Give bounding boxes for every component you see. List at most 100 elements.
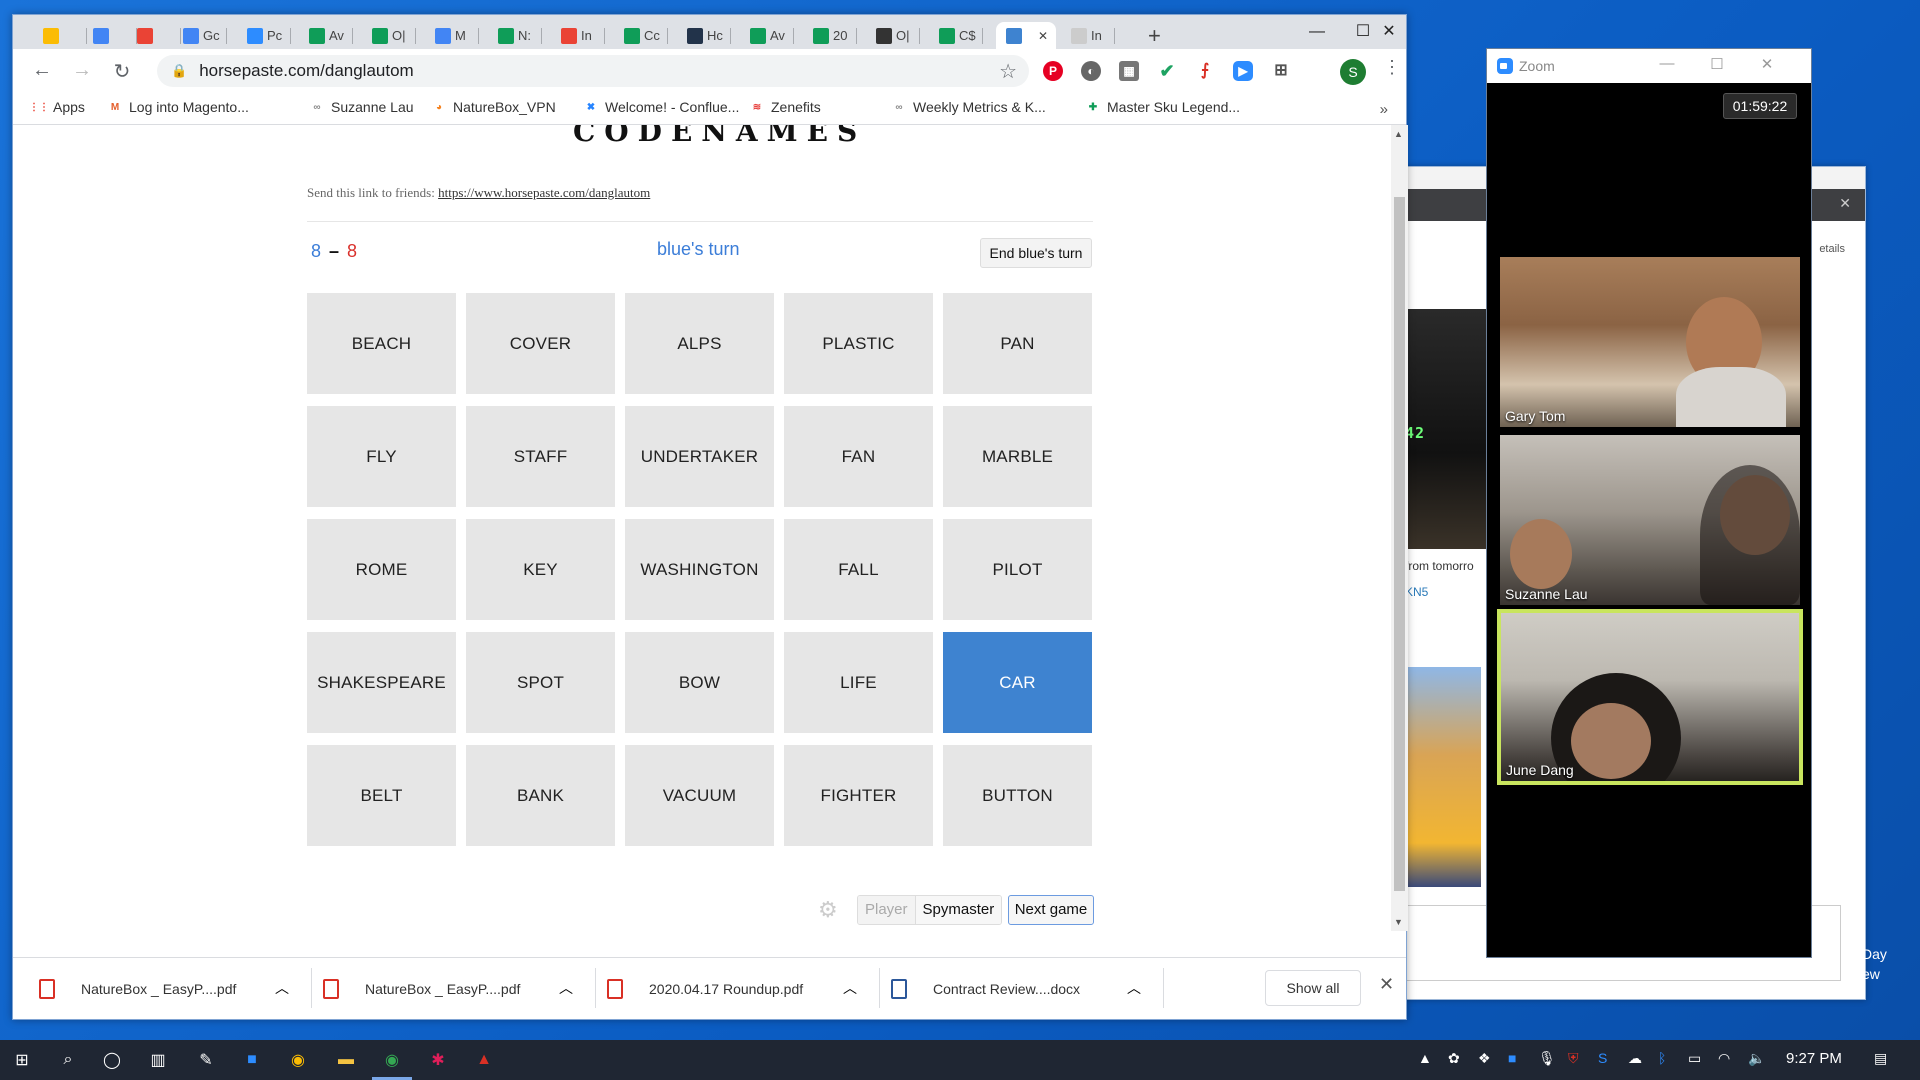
browser-tab[interactable]: Av <box>299 22 353 49</box>
browser-tab[interactable]: Gc <box>173 22 227 49</box>
bookmark-item[interactable]: ⋮⋮ Apps <box>29 99 85 115</box>
reload-icon[interactable]: ↻ <box>109 59 135 84</box>
tray-icon[interactable]: ❖ <box>1478 1050 1491 1067</box>
browser-tab[interactable]: Cc <box>614 22 668 49</box>
details-link[interactable]: etails <box>1819 243 1845 255</box>
notifications-icon[interactable]: ▤ <box>1874 1050 1887 1067</box>
next-game-button[interactable]: Next game <box>1008 895 1094 925</box>
back-icon[interactable]: ← <box>29 59 55 82</box>
word-card[interactable]: FIGHTER <box>784 745 933 846</box>
bookmark-item[interactable]: ≋ Zenefits <box>749 99 821 115</box>
address-bar[interactable]: 🔒 horsepaste.com/danglautom ☆ <box>157 55 1029 87</box>
bookmark-item[interactable]: ✖ Welcome! - Conflue... <box>583 99 740 115</box>
word-card[interactable]: STAFF <box>466 406 615 507</box>
file-explorer-icon[interactable]: ▬ <box>334 1048 358 1072</box>
close-icon[interactable]: ✕ <box>1366 17 1412 47</box>
word-card[interactable]: PILOT <box>943 519 1092 620</box>
slack-icon[interactable]: ✱ <box>426 1048 450 1072</box>
word-card[interactable]: MARBLE <box>943 406 1092 507</box>
volume-icon[interactable]: 🔈 <box>1748 1050 1765 1067</box>
download-item[interactable]: Contract Review....docx <box>891 972 1080 1006</box>
active-speaker-video[interactable]: June Dang <box>1497 609 1803 785</box>
browser-tab[interactable]: O| <box>362 22 416 49</box>
maximize-icon[interactable]: ☐ <box>1697 55 1737 73</box>
browser-tab[interactable]: M <box>425 22 479 49</box>
word-card[interactable]: ALPS <box>625 293 774 394</box>
close-icon[interactable]: ✕ <box>1839 195 1851 212</box>
end-turn-button[interactable]: End blue's turn <box>980 238 1092 268</box>
browser-tab[interactable]: Av <box>740 22 794 49</box>
minimize-icon[interactable]: — <box>1647 55 1687 72</box>
word-card[interactable]: FLY <box>307 406 456 507</box>
word-card[interactable]: BOW <box>625 632 774 733</box>
word-card[interactable]: PAN <box>943 293 1092 394</box>
desktop-icon-label[interactable]: Day <box>1862 946 1887 962</box>
extensions-puzzle-icon[interactable]: ⊞ <box>1271 61 1291 81</box>
download-item[interactable]: NatureBox _ EasyP....pdf <box>323 972 520 1006</box>
word-card[interactable]: UNDERTAKER <box>625 406 774 507</box>
windows-start-icon[interactable]: ⊞ <box>10 1048 34 1072</box>
download-item[interactable]: NatureBox _ EasyP....pdf <box>39 972 236 1006</box>
chevron-up-icon[interactable]: ︿ <box>559 978 573 998</box>
bookmark-item[interactable]: ✚ Master Sku Legend... <box>1085 99 1240 115</box>
word-card[interactable]: CAR <box>943 632 1092 733</box>
page-scrollbar[interactable]: ▲ ▼ <box>1391 125 1408 931</box>
scroll-thumb[interactable] <box>1394 197 1405 891</box>
forward-icon[interactable]: → <box>69 59 95 82</box>
browser-tab[interactable]: ✕ <box>996 22 1056 49</box>
word-card[interactable]: BEACH <box>307 293 456 394</box>
browser-tab[interactable] <box>33 22 87 49</box>
chevron-up-icon[interactable]: ︿ <box>843 978 857 998</box>
word-card[interactable]: LIFE <box>784 632 933 733</box>
checkmark-icon[interactable]: ✔ <box>1157 61 1177 81</box>
browser-tab[interactable]: N: <box>488 22 542 49</box>
word-card[interactable]: KEY <box>466 519 615 620</box>
word-card[interactable]: BANK <box>466 745 615 846</box>
zoom-icon[interactable]: ■ <box>240 1048 264 1072</box>
search-icon[interactable]: ⌕ <box>56 1048 80 1072</box>
wifi-icon[interactable]: ◠ <box>1718 1050 1730 1067</box>
more-bookmarks-icon[interactable]: » <box>1380 101 1388 118</box>
cloud-icon[interactable]: ☁ <box>1628 1050 1642 1067</box>
spymaster-mode-button[interactable]: Spymaster <box>914 896 1002 924</box>
tray-icon[interactable]: ✿ <box>1448 1050 1460 1067</box>
browser-tab[interactable]: C$ <box>929 22 983 49</box>
battery-icon[interactable]: ▭ <box>1688 1050 1701 1067</box>
word-card[interactable]: WASHINGTON <box>625 519 774 620</box>
word-card[interactable]: FALL <box>784 519 933 620</box>
minimize-icon[interactable]: — <box>1294 17 1340 47</box>
scroll-down-icon[interactable]: ▼ <box>1394 917 1403 927</box>
acrobat-icon[interactable]: ⨍ <box>1195 61 1215 81</box>
close-tab-icon[interactable]: ✕ <box>1038 29 1048 43</box>
taskbar-clock[interactable]: 9:27 PM <box>1786 1050 1842 1067</box>
zoom-icon[interactable]: ▶ <box>1233 61 1253 81</box>
browser-tab[interactable]: O| <box>866 22 920 49</box>
tray-icon[interactable]: ▲ <box>1418 1050 1432 1066</box>
player-mode-button[interactable]: Player <box>858 896 915 924</box>
browser-tab[interactable]: In <box>551 22 605 49</box>
word-card[interactable]: COVER <box>466 293 615 394</box>
bookmark-item[interactable]: ◕ NatureBox_VPN <box>431 99 556 115</box>
chrome-icon[interactable]: ◉ <box>380 1048 404 1072</box>
settings-gear-icon[interactable]: ⚙ <box>818 897 838 923</box>
bookmark-item[interactable]: M Log into Magento... <box>107 99 249 115</box>
word-card[interactable]: VACUUM <box>625 745 774 846</box>
show-all-downloads-button[interactable]: Show all <box>1265 970 1361 1006</box>
word-card[interactable]: BUTTON <box>943 745 1092 846</box>
bluetooth-icon[interactable]: ᛒ <box>1658 1050 1666 1066</box>
acrobat-icon[interactable]: ▲ <box>472 1048 496 1072</box>
chevron-up-icon[interactable]: ︿ <box>275 978 289 998</box>
chat-app-icon[interactable]: ✎ <box>194 1048 218 1072</box>
download-item[interactable]: 2020.04.17 Roundup.pdf <box>607 972 803 1006</box>
word-card[interactable]: SHAKESPEARE <box>307 632 456 733</box>
new-tab-icon[interactable]: + <box>1148 23 1161 49</box>
bookmark-item[interactable]: ∞ Weekly Metrics & K... <box>891 99 1045 115</box>
browser-tab[interactable]: In <box>1061 22 1115 49</box>
participant-video[interactable]: Suzanne Lau <box>1500 435 1800 605</box>
word-card[interactable]: BELT <box>307 745 456 846</box>
word-card[interactable]: ROME <box>307 519 456 620</box>
word-card[interactable]: PLASTIC <box>784 293 933 394</box>
participant-video[interactable]: Gary Tom <box>1500 257 1800 427</box>
zoom-tray-icon[interactable]: ■ <box>1508 1050 1516 1066</box>
share-link[interactable]: https://www.horsepaste.com/danglautom <box>438 185 650 200</box>
